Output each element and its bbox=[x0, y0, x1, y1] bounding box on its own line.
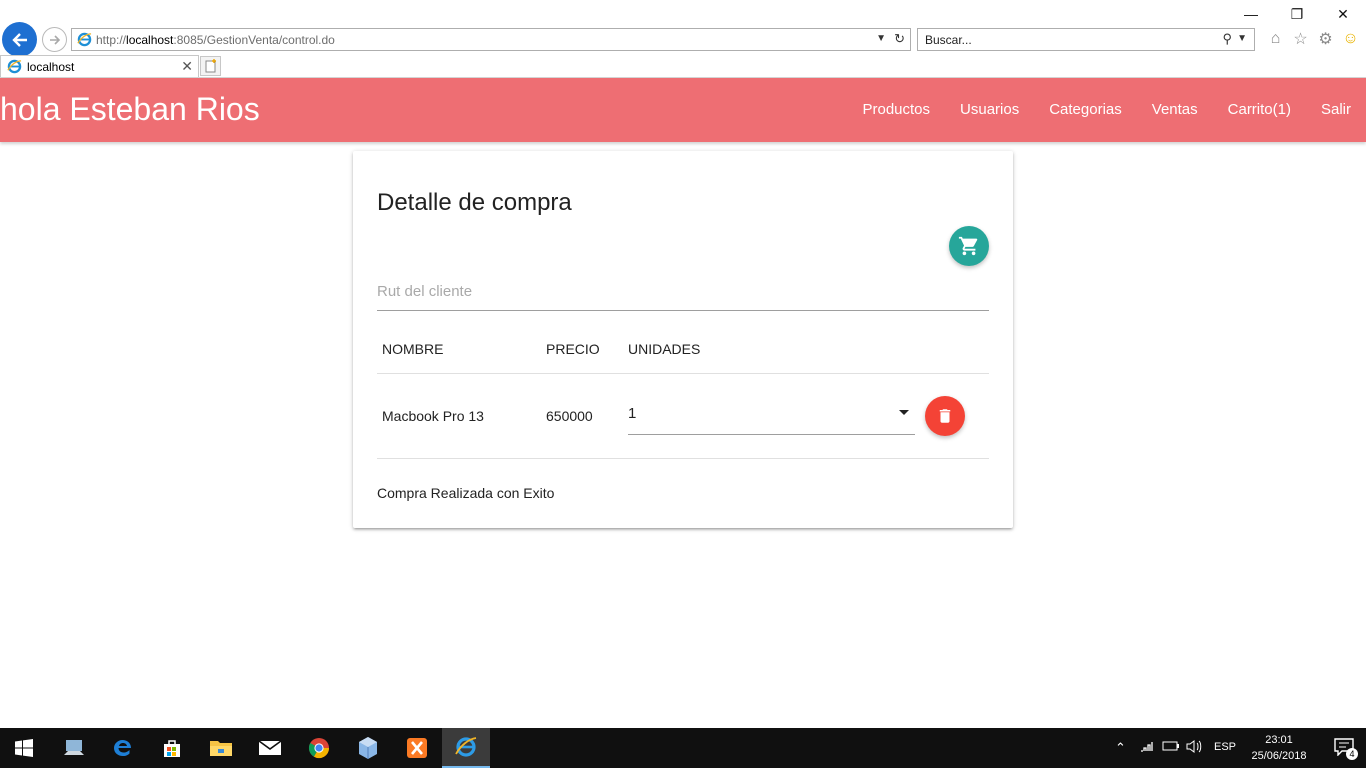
windows-start-icon bbox=[15, 739, 33, 757]
battery-icon[interactable] bbox=[1162, 740, 1180, 755]
arrow-left-icon bbox=[11, 32, 27, 47]
ie-favicon-icon bbox=[77, 32, 92, 52]
restore-icon[interactable]: ❐ bbox=[1274, 0, 1320, 28]
clock[interactable]: 23:01 25/06/2018 bbox=[1247, 732, 1311, 764]
start-button[interactable] bbox=[0, 728, 48, 768]
store-icon bbox=[164, 740, 180, 757]
search-icon[interactable]: ⚲ bbox=[1222, 31, 1232, 47]
search-input[interactable]: Buscar... ⚲ ▼ bbox=[917, 28, 1255, 51]
taskbar-app-chrome[interactable] bbox=[295, 728, 343, 768]
page-title: Detalle de compra bbox=[377, 189, 572, 216]
gear-icon[interactable]: ⚙ bbox=[1316, 29, 1335, 48]
close-icon[interactable]: ✕ bbox=[181, 58, 193, 75]
unidades-select[interactable]: 1 bbox=[628, 396, 915, 435]
address-bar[interactable]: http://localhost:8085/GestionVenta/contr… bbox=[71, 28, 911, 51]
internet-explorer-icon bbox=[455, 737, 477, 757]
xampp-icon bbox=[407, 738, 427, 758]
volume-icon[interactable] bbox=[1186, 740, 1202, 756]
refresh-icon[interactable]: ↻ bbox=[894, 31, 905, 47]
url-text: http://localhost:8085/GestionVenta/contr… bbox=[96, 33, 335, 47]
minimize-icon[interactable]: — bbox=[1228, 0, 1274, 28]
browser-toolbar: ⌂ ☆ ⚙ ☺ bbox=[1266, 29, 1360, 48]
navbar: hola Esteban Rios Productos Usuarios Cat… bbox=[0, 78, 1366, 142]
file-explorer-icon bbox=[210, 741, 232, 756]
chevron-down-icon[interactable]: ▼ bbox=[1237, 33, 1247, 44]
language-indicator[interactable]: ESP bbox=[1214, 741, 1236, 753]
caret-down-icon bbox=[899, 410, 909, 415]
clock-time: 23:01 bbox=[1265, 734, 1293, 746]
action-center-button[interactable]: 4 bbox=[1334, 738, 1358, 760]
taskbar-app-store[interactable] bbox=[148, 728, 196, 768]
cell-nombre: Macbook Pro 13 bbox=[382, 408, 484, 424]
home-icon[interactable]: ⌂ bbox=[1266, 29, 1285, 48]
delete-item-button[interactable] bbox=[925, 396, 965, 436]
unidades-value: 1 bbox=[628, 405, 637, 422]
search-placeholder: Buscar... bbox=[925, 33, 972, 47]
browser-chrome: — ❐ ✕ http://localhost:8085/GestionVenta… bbox=[0, 0, 1366, 78]
nav-link-ventas[interactable]: Ventas bbox=[1137, 78, 1213, 142]
taskbar-app-edge[interactable] bbox=[99, 728, 147, 768]
success-message: Compra Realizada con Exito bbox=[377, 485, 555, 501]
favorites-star-icon[interactable]: ☆ bbox=[1291, 29, 1310, 48]
trash-icon bbox=[939, 409, 951, 423]
chevron-up-icon[interactable]: ⌃ bbox=[1115, 740, 1126, 756]
arrow-right-icon bbox=[49, 34, 60, 45]
back-button[interactable] bbox=[2, 22, 37, 57]
column-header-unidades: UNIDADES bbox=[628, 341, 701, 357]
brand-logo[interactable]: hola Esteban Rios bbox=[0, 91, 260, 128]
browser-tab[interactable]: localhost ✕ bbox=[0, 55, 199, 77]
explorer-pc-icon bbox=[64, 740, 84, 755]
nav-links: Productos Usuarios Categorias Ventas Car… bbox=[847, 78, 1366, 142]
purchase-detail-card: Detalle de compra NOMBRE PRECIO UNIDADES… bbox=[353, 151, 1013, 528]
table-row: Macbook Pro 13 650000 1 bbox=[377, 374, 989, 459]
taskbar-app-files[interactable] bbox=[197, 728, 245, 768]
rut-cliente-input[interactable] bbox=[377, 273, 989, 311]
close-icon[interactable]: ✕ bbox=[1320, 0, 1366, 28]
new-tab-icon bbox=[205, 59, 216, 73]
nav-link-salir[interactable]: Salir bbox=[1306, 78, 1366, 142]
shopping-cart-icon bbox=[958, 236, 978, 256]
taskbar-app-ie[interactable] bbox=[442, 728, 490, 768]
nav-link-usuarios[interactable]: Usuarios bbox=[945, 78, 1034, 142]
clock-date: 25/06/2018 bbox=[1251, 750, 1307, 762]
network-icon[interactable] bbox=[1140, 740, 1154, 755]
window-controls: — ❐ ✕ bbox=[1228, 0, 1366, 28]
nav-link-categorias[interactable]: Categorias bbox=[1034, 78, 1137, 142]
chrome-icon bbox=[308, 738, 330, 759]
forward-button[interactable] bbox=[42, 27, 67, 52]
virtualbox-icon bbox=[359, 737, 377, 759]
taskbar-app-mail[interactable] bbox=[246, 728, 294, 768]
checkout-button[interactable] bbox=[949, 226, 989, 266]
taskbar-app-xampp[interactable] bbox=[393, 728, 441, 768]
smiley-feedback-icon[interactable]: ☺ bbox=[1341, 29, 1360, 48]
tab-title: localhost bbox=[27, 60, 75, 74]
taskbar-app-virtualbox[interactable] bbox=[344, 728, 392, 768]
mail-icon bbox=[258, 740, 282, 755]
nav-link-carrito[interactable]: Carrito(1) bbox=[1213, 78, 1306, 142]
new-tab-button[interactable] bbox=[200, 56, 221, 76]
taskbar: ⌃ ESP 23:01 25/06/2018 4 bbox=[0, 728, 1366, 768]
ie-favicon-icon bbox=[7, 59, 22, 79]
nav-link-productos[interactable]: Productos bbox=[847, 78, 945, 142]
chevron-down-icon[interactable]: ▼ bbox=[876, 33, 886, 44]
notification-count-badge: 4 bbox=[1346, 748, 1358, 760]
column-header-precio: PRECIO bbox=[546, 341, 600, 357]
taskbar-app-pc[interactable] bbox=[50, 728, 98, 768]
edge-icon bbox=[114, 740, 131, 756]
column-header-nombre: NOMBRE bbox=[382, 341, 444, 357]
cell-precio: 650000 bbox=[546, 408, 593, 424]
table-header: NOMBRE PRECIO UNIDADES bbox=[377, 337, 989, 374]
